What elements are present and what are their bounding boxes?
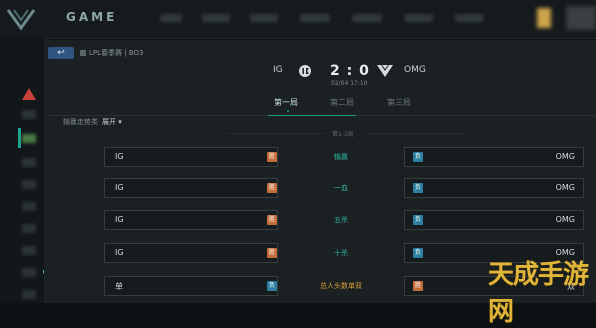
bet-option-right[interactable]: 负 OMG [404,178,584,198]
result-badge: 负 [413,215,423,225]
avatar[interactable] [566,6,596,30]
omg-logo-icon [377,65,393,77]
sidebar-item[interactable] [22,268,36,277]
hot-icon[interactable] [22,88,36,100]
bet-option-right[interactable]: 负 OMG [404,210,584,230]
bet-row: IG 胜 五杀 负 OMG [104,210,584,230]
sidebar-active-indicator [18,128,21,148]
top-bar: GAME [0,0,596,39]
nav-item[interactable] [250,14,278,22]
section-subtitle: 第1-3局 [332,131,354,138]
section-line-right [366,133,462,134]
result-badge: 负 [413,152,423,162]
tab-divider [46,115,596,116]
team-left-name: IG [273,65,283,75]
filter-dropdown[interactable]: 输赢走势类 展开 ▾ [63,117,122,127]
sidebar-item[interactable] [22,246,36,255]
bet-category: 五杀 [334,216,348,224]
tab-game-1[interactable]: 第一局 [274,97,298,108]
bet-row: IG 胜 输赢 负 OMG [104,147,584,167]
bet-option-left[interactable]: IG 胜 [104,147,278,167]
bet-category: 十杀 [334,249,348,257]
league-icon [80,50,86,56]
sidebar-item[interactable] [22,134,36,143]
bet-category: 一血 [334,184,348,192]
app-logo-icon[interactable] [6,6,36,32]
match-score: 2 : 0 [330,63,370,79]
sidebar-item[interactable] [22,158,36,167]
sidebar-item[interactable] [22,202,36,211]
bet-row: IG 胜 一血 负 OMG [104,178,584,198]
sidebar: ▸ [0,38,47,303]
bet-category: 输赢 [334,153,348,161]
result-badge: 胜 [267,215,277,225]
nav-item[interactable] [300,14,330,22]
tab-game-3[interactable]: 第三局 [387,97,411,108]
nav-item[interactable] [160,14,182,22]
bet-category: 总人头数单双 [320,282,362,290]
watermark: 天成手游网 [488,260,589,327]
brand-title: GAME [66,10,118,24]
bet-option-left[interactable]: IG 胜 [104,178,278,198]
bet-option-left[interactable]: 单 负 [104,276,278,296]
nav-item[interactable] [405,14,433,22]
bet-option-right[interactable]: 负 OMG [404,147,584,167]
bet-option-left[interactable]: IG 胜 [104,210,278,230]
result-badge: 负 [267,281,277,291]
back-button[interactable]: ↩ [48,47,74,59]
result-badge: 胜 [267,248,277,258]
tab-active-dot [287,110,289,112]
result-badge: 负 [413,183,423,193]
sidebar-item[interactable] [22,110,36,119]
coin-icon[interactable] [537,8,551,28]
result-badge: 胜 [413,281,423,291]
nav-item[interactable] [455,14,483,22]
result-badge: 负 [413,248,423,258]
section-line-left [228,133,324,134]
tab-game-2[interactable]: 第二局 [330,97,354,108]
result-badge: 胜 [267,152,277,162]
tab-highlight [268,115,356,116]
league-label: LPL春季赛 | BO3 [80,48,143,58]
nav-item[interactable] [352,14,382,22]
team-right-name: OMG [404,65,426,75]
bet-option-left[interactable]: IG 胜 [104,243,278,263]
ig-logo-icon [299,65,311,77]
sidebar-item[interactable] [22,180,36,189]
nav-item[interactable] [202,14,230,22]
sidebar-item[interactable] [22,224,36,233]
match-datetime: 02/04 17:10 [331,80,368,87]
sidebar-item[interactable] [22,290,36,299]
result-badge: 胜 [267,183,277,193]
